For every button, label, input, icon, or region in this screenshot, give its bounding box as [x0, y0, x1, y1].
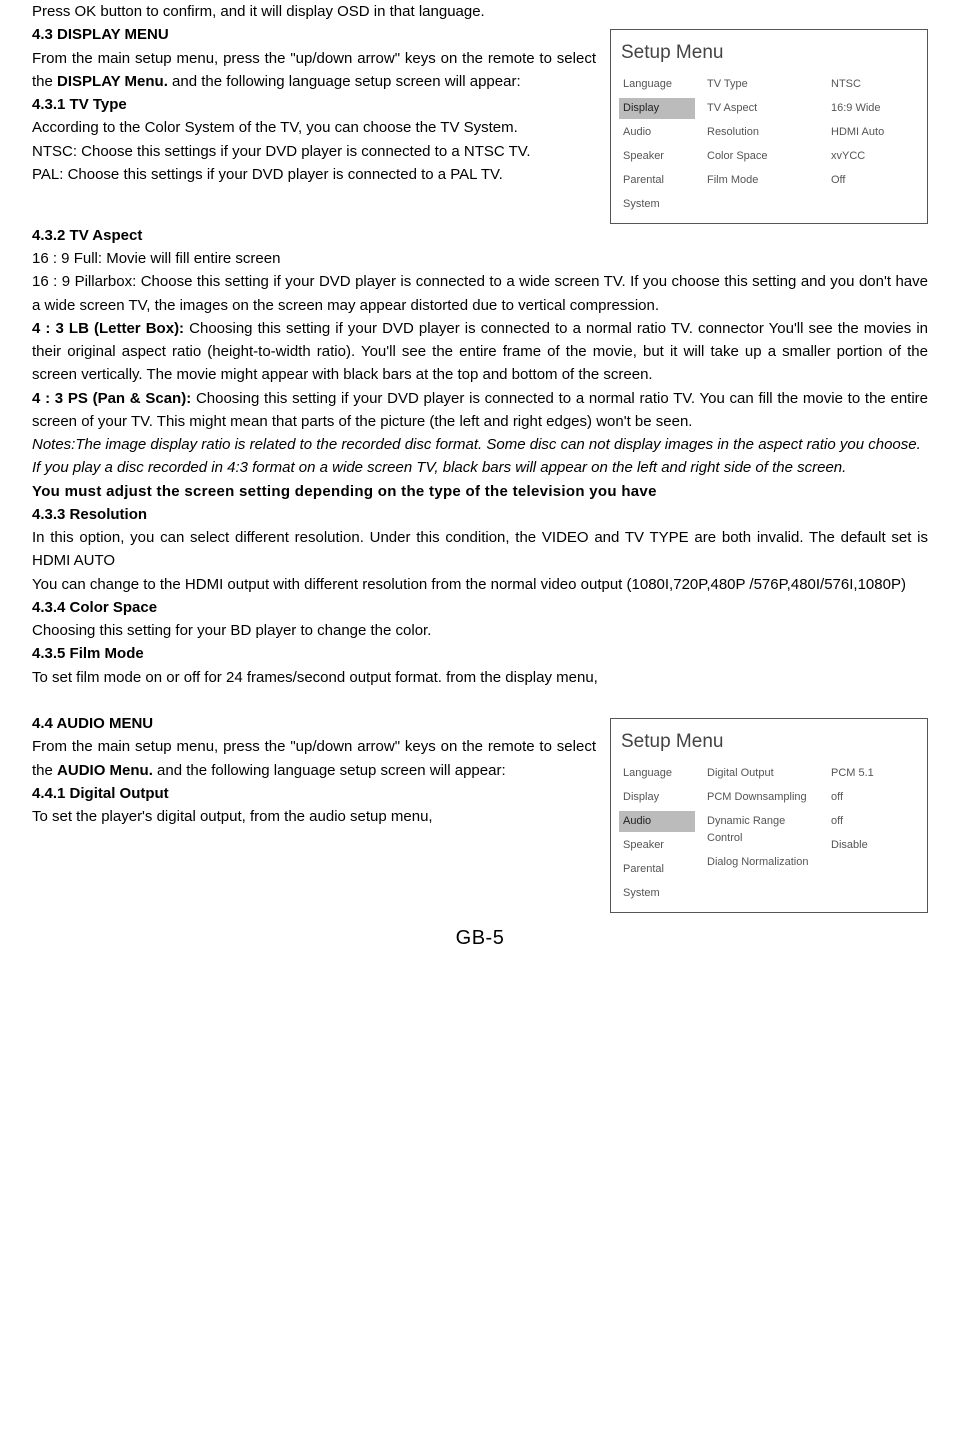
- fig1-mid-1: TV Aspect: [703, 98, 819, 119]
- intro-line: Press OK button to confirm, and it will …: [32, 0, 928, 23]
- heading-4-3-3: 4.3.3 Resolution: [32, 503, 928, 526]
- para-4-3-4: Choosing this setting for your BD player…: [32, 619, 928, 642]
- fig1-mid-3: Color Space: [703, 146, 819, 167]
- fig1-mid-2: Resolution: [703, 122, 819, 143]
- fig2-side-col: Language Display Audio Speaker Parental …: [619, 763, 695, 904]
- para-4-3-2-a: 16 : 9 Full: Movie will fill entire scre…: [32, 247, 928, 270]
- fig2-side-2: Audio: [619, 811, 695, 832]
- fig1-mid-0: TV Type: [703, 74, 819, 95]
- fig2-mid-3: Dialog Normalization: [703, 852, 819, 873]
- page-number: GB-5: [32, 923, 928, 954]
- fig1-side-col: Language Display Audio Speaker Parental …: [619, 74, 695, 215]
- fig1-val-2: HDMI Auto: [827, 122, 893, 143]
- heading-4-3-4: 4.3.4 Color Space: [32, 596, 928, 619]
- para-4-3-b: DISPLAY Menu.: [57, 73, 168, 90]
- fig1-side-4: Parental: [619, 170, 695, 191]
- para-4-3-5: To set film mode on or off for 24 frames…: [32, 666, 928, 689]
- fig2-mid-0: Digital Output: [703, 763, 819, 784]
- para-4-3-2-d1: 4 : 3 PS (Pan & Scan):: [32, 390, 196, 407]
- fig2-side-0: Language: [619, 763, 695, 784]
- para-4-3-2-c1: 4 : 3 LB (Letter Box):: [32, 320, 189, 337]
- fig1-mid-col: TV Type TV Aspect Resolution Color Space…: [703, 74, 819, 215]
- heading-4-3-2: 4.3.2 TV Aspect: [32, 224, 928, 247]
- fig1-title: Setup Menu: [621, 38, 919, 67]
- para-4-4-c: and the following language setup screen …: [153, 762, 506, 779]
- figure-setup-menu-audio: Setup Menu Language Display Audio Speake…: [610, 718, 928, 913]
- fig1-val-col: NTSC 16:9 Wide HDMI Auto xvYCC Off: [827, 74, 893, 215]
- note-1: Notes:The image display ratio is related…: [32, 433, 928, 456]
- fig2-val-col: PCM 5.1 off off Disable: [827, 763, 893, 904]
- para-4-3-c: and the following language setup screen …: [168, 73, 521, 90]
- fig1-val-0: NTSC: [827, 74, 893, 95]
- fig2-side-1: Display: [619, 787, 695, 808]
- para-4-3-2-c: 4 : 3 LB (Letter Box): Choosing this set…: [32, 317, 928, 387]
- fig1-side-1: Display: [619, 98, 695, 119]
- fig2-val-3: Disable: [827, 835, 893, 856]
- fig1-side-5: System: [619, 194, 695, 215]
- para-4-3-2-b: 16 : 9 Pillarbox: Choose this setting if…: [32, 270, 928, 317]
- note-2: If you play a disc recorded in 4:3 forma…: [32, 456, 928, 479]
- fig2-side-4: Parental: [619, 859, 695, 880]
- must-line: You must adjust the screen setting depen…: [32, 480, 928, 503]
- para-4-3-3-b: You can change to the HDMI output with d…: [32, 573, 928, 596]
- para-4-3-3-a: In this option, you can select different…: [32, 526, 928, 573]
- fig2-mid-2: Dynamic Range Control: [703, 811, 819, 849]
- heading-4-3-5: 4.3.5 Film Mode: [32, 642, 928, 665]
- fig1-side-3: Speaker: [619, 146, 695, 167]
- para-4-3-2-d: 4 : 3 PS (Pan & Scan): Choosing this set…: [32, 387, 928, 434]
- fig2-mid-1: PCM Downsampling: [703, 787, 819, 808]
- fig2-val-2: off: [827, 811, 893, 832]
- fig2-mid-col: Digital Output PCM Downsampling Dynamic …: [703, 763, 819, 904]
- fig2-side-5: System: [619, 883, 695, 904]
- fig1-side-2: Audio: [619, 122, 695, 143]
- fig1-val-3: xvYCC: [827, 146, 893, 167]
- fig2-side-3: Speaker: [619, 835, 695, 856]
- para-4-4-b: AUDIO Menu.: [57, 762, 153, 779]
- fig1-val-4: Off: [827, 170, 893, 191]
- fig2-val-1: off: [827, 787, 893, 808]
- fig1-side-0: Language: [619, 74, 695, 95]
- fig2-val-0: PCM 5.1: [827, 763, 893, 784]
- figure-setup-menu-display: Setup Menu Language Display Audio Speake…: [610, 29, 928, 224]
- fig2-title: Setup Menu: [621, 727, 919, 756]
- fig1-val-1: 16:9 Wide: [827, 98, 893, 119]
- fig1-mid-4: Film Mode: [703, 170, 819, 191]
